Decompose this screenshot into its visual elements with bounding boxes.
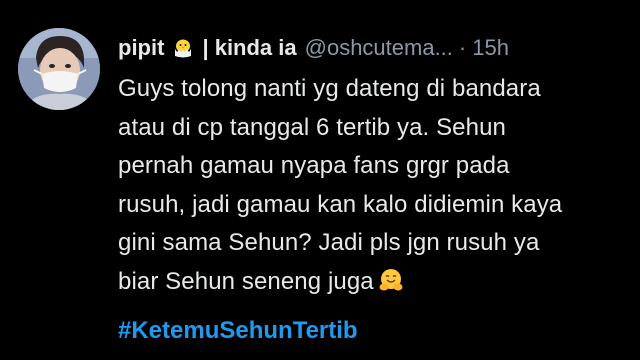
meta-separator: · xyxy=(458,35,467,60)
tweet-text-line: gini sama Sehun? Jadi pls jgn rusuh ya xyxy=(118,229,540,256)
display-name[interactable]: pipit xyxy=(118,34,164,62)
tweet-text-line: rusuh, jadi gamau kan kalo didiemin kaya xyxy=(118,190,563,218)
avatar-photo xyxy=(18,28,100,110)
tweet-text-line-last: biar Sehun seneng juga xyxy=(118,263,633,302)
tweet-text-line: pernah gamau nyapa fans grgr pada xyxy=(118,152,510,179)
tweet-text-line: atau di cp tanggal 6 tertib ya. Sehun xyxy=(118,113,506,141)
tweet-header: pipit | kinda ia @oshcutema... · 15h xyxy=(118,32,628,64)
timestamp[interactable]: 15h xyxy=(472,34,509,62)
tweet-text-line: Guys tolong nanti yg dateng di bandara xyxy=(118,75,541,102)
tweet-text-line: biar Sehun seneng juga xyxy=(118,267,374,295)
tweet-text: Guys tolong nanti yg dateng di bandara a… xyxy=(118,70,633,301)
hashtag-link[interactable]: #KetemuSehunTertib xyxy=(118,316,358,346)
user-handle[interactable]: @oshcutema... xyxy=(305,34,453,62)
tweet[interactable]: pipit | kinda ia @oshcutema... · 15h Guy… xyxy=(0,0,640,360)
avatar[interactable] xyxy=(18,28,100,110)
hugging-face-icon xyxy=(378,267,404,293)
hatching-chick-icon xyxy=(172,37,194,59)
display-name-suffix[interactable]: | kinda ia xyxy=(202,34,296,62)
